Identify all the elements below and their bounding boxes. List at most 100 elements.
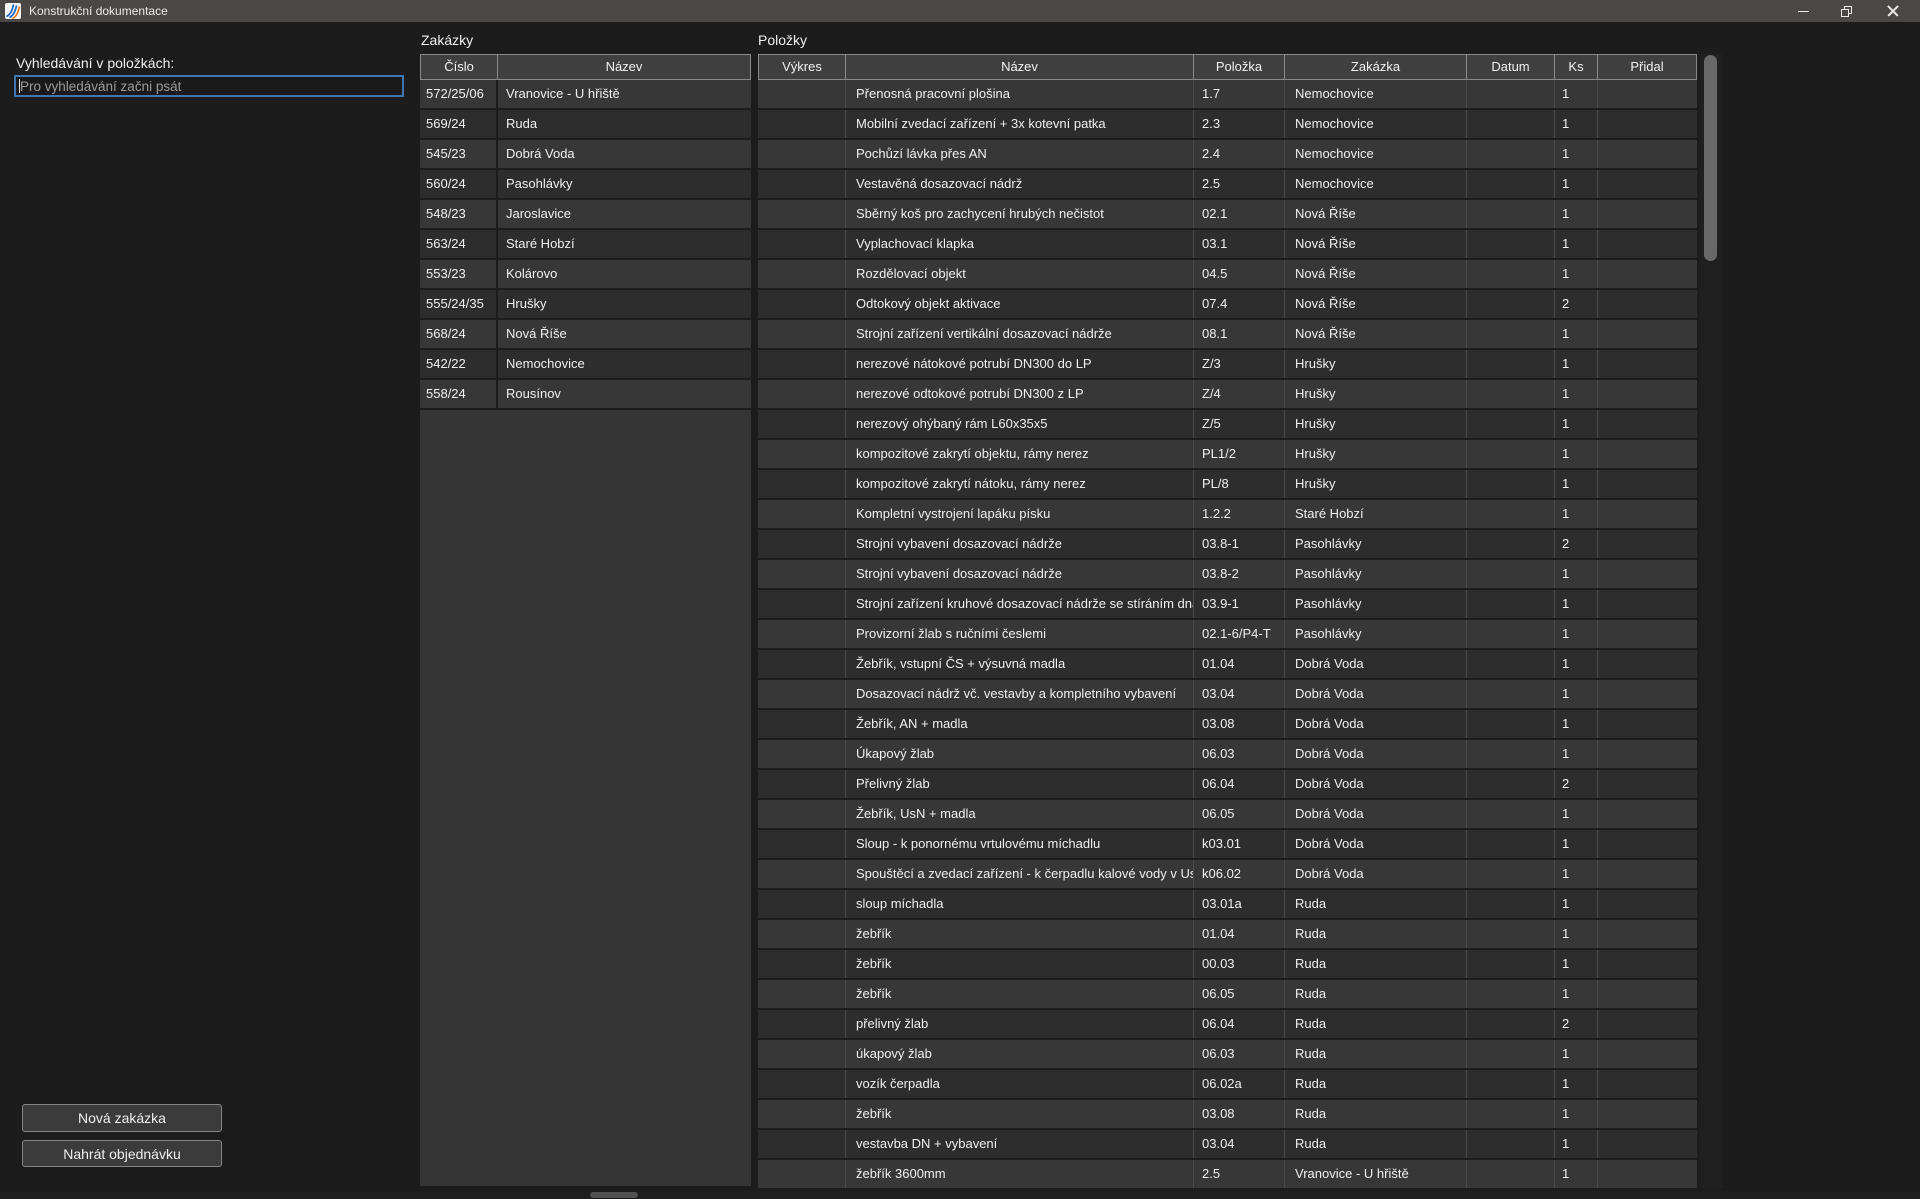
close-button[interactable] xyxy=(1876,0,1910,22)
item-row[interactable]: úkapový žlab06.03Ruda1 xyxy=(758,1040,1697,1070)
item-cell-datum xyxy=(1467,1070,1555,1098)
item-row[interactable]: nerezové nátokové potrubí DN300 do LPZ/3… xyxy=(758,350,1697,380)
item-cell-vykres xyxy=(758,440,846,468)
item-row[interactable]: Úkapový žlab06.03Dobrá Voda1 xyxy=(758,740,1697,770)
item-cell-nazev: Žebřík, AN + madla xyxy=(846,710,1194,738)
item-row[interactable]: Strojní vybavení dosazovací nádrže03.8-1… xyxy=(758,530,1697,560)
item-cell-vykres xyxy=(758,1130,846,1158)
item-cell-datum xyxy=(1467,410,1555,438)
items-column-header-pridal[interactable]: Přidal xyxy=(1598,54,1697,80)
item-row[interactable]: Vyplachovací klapka03.1Nová Říše1 xyxy=(758,230,1697,260)
item-row[interactable]: žebřík 3600mm2.5Vranovice - U hřiště1 xyxy=(758,1160,1697,1188)
item-row[interactable]: kompozitové zakrytí objektu, rámy nerezP… xyxy=(758,440,1697,470)
order-row[interactable]: 545/23Dobrá Voda xyxy=(420,140,751,170)
item-cell-pridal xyxy=(1598,1160,1697,1188)
order-row[interactable]: 558/24Rousínov xyxy=(420,380,751,410)
item-row[interactable]: žebřík03.08Ruda1 xyxy=(758,1100,1697,1130)
item-cell-polozka: Z/5 xyxy=(1194,410,1285,438)
minimize-button[interactable] xyxy=(1786,0,1820,22)
item-cell-datum xyxy=(1467,890,1555,918)
item-row[interactable]: Kompletní vystrojení lapáku písku1.2.2St… xyxy=(758,500,1697,530)
item-cell-vykres xyxy=(758,980,846,1008)
order-row[interactable]: 560/24Pasohlávky xyxy=(420,170,751,200)
order-row[interactable]: 555/24/35Hrušky xyxy=(420,290,751,320)
restore-button[interactable] xyxy=(1829,0,1863,22)
item-row[interactable]: Pochůzí lávka přes AN2.4Nemochovice1 xyxy=(758,140,1697,170)
item-cell-ks: 1 xyxy=(1555,740,1598,768)
item-row[interactable]: Sloup - k ponornému vrtulovému míchadluk… xyxy=(758,830,1697,860)
item-cell-vykres xyxy=(758,950,846,978)
vertical-scrollbar[interactable] xyxy=(1700,54,1722,1188)
item-cell-zakazka: Hrušky xyxy=(1285,350,1467,378)
item-row[interactable]: Vestavěná dosazovací nádrž2.5Nemochovice… xyxy=(758,170,1697,200)
item-row[interactable]: Strojní zařízení kruhové dosazovací nádr… xyxy=(758,590,1697,620)
item-cell-nazev: Strojní zařízení kruhové dosazovací nádr… xyxy=(846,590,1194,618)
order-row[interactable]: 542/22Nemochovice xyxy=(420,350,751,380)
item-cell-vykres xyxy=(758,200,846,228)
item-cell-pridal xyxy=(1598,290,1697,318)
item-row[interactable]: Provizorní žlab s ručními česlemi02.1-6/… xyxy=(758,620,1697,650)
item-cell-vykres xyxy=(758,410,846,438)
item-cell-nazev: žebřík xyxy=(846,980,1194,1008)
item-row[interactable]: žebřík06.05Ruda1 xyxy=(758,980,1697,1010)
item-cell-vykres xyxy=(758,560,846,588)
item-row[interactable]: nerezový ohýbaný rám L60x35x5Z/5Hrušky1 xyxy=(758,410,1697,440)
orders-column-header-cislo[interactable]: Číslo xyxy=(420,54,498,80)
item-cell-pridal xyxy=(1598,1070,1697,1098)
orders-column-header-nazev[interactable]: Název xyxy=(498,54,751,80)
new-order-button[interactable]: Nová zakázka xyxy=(22,1104,222,1132)
item-row[interactable]: Sběrný koš pro zachycení hrubých nečisto… xyxy=(758,200,1697,230)
items-table: VýkresNázevPoložkaZakázkaDatumKsPřidal P… xyxy=(758,54,1697,1188)
item-cell-pridal xyxy=(1598,620,1697,648)
item-row[interactable]: žebřík00.03Ruda1 xyxy=(758,950,1697,980)
order-row[interactable]: 569/24Ruda xyxy=(420,110,751,140)
item-cell-ks: 2 xyxy=(1555,1010,1598,1038)
item-cell-polozka: Z/4 xyxy=(1194,380,1285,408)
item-cell-datum xyxy=(1467,860,1555,888)
order-name-cell: Hrušky xyxy=(498,290,751,318)
item-cell-pridal xyxy=(1598,590,1697,618)
item-row[interactable]: nerezové odtokové potrubí DN300 z LPZ/4H… xyxy=(758,380,1697,410)
app-icon xyxy=(5,3,21,19)
item-row[interactable]: vozík čerpadla06.02aRuda1 xyxy=(758,1070,1697,1100)
items-column-header-zakazka[interactable]: Zakázka xyxy=(1285,54,1467,80)
items-column-header-datum[interactable]: Datum xyxy=(1467,54,1555,80)
order-row[interactable]: 553/23Kolárovo xyxy=(420,260,751,290)
item-row[interactable]: Rozdělovací objekt04.5Nová Říše1 xyxy=(758,260,1697,290)
item-cell-polozka: 06.03 xyxy=(1194,1040,1285,1068)
item-cell-ks: 1 xyxy=(1555,620,1598,648)
item-cell-pridal xyxy=(1598,650,1697,678)
item-row[interactable]: žebřík01.04Ruda1 xyxy=(758,920,1697,950)
order-row[interactable]: 548/23Jaroslavice xyxy=(420,200,751,230)
search-input[interactable] xyxy=(14,75,404,97)
items-column-header-polozka[interactable]: Položka xyxy=(1194,54,1285,80)
item-row[interactable]: Žebřík, UsN + madla06.05Dobrá Voda1 xyxy=(758,800,1697,830)
items-column-header-nazev[interactable]: Název xyxy=(846,54,1194,80)
item-row[interactable]: kompozitové zakrytí nátoku, rámy nerezPL… xyxy=(758,470,1697,500)
order-row[interactable]: 563/24Staré Hobzí xyxy=(420,230,751,260)
item-row[interactable]: Odtokový objekt aktivace07.4Nová Říše2 xyxy=(758,290,1697,320)
item-row[interactable]: sloup míchadla03.01aRuda1 xyxy=(758,890,1697,920)
titlebar[interactable]: Konstrukční dokumentace xyxy=(0,0,1920,22)
horizontal-scrollbar-thumb[interactable] xyxy=(590,1192,638,1198)
item-row[interactable]: Mobilní zvedací zařízení + 3x kotevní pa… xyxy=(758,110,1697,140)
order-row[interactable]: 568/24Nová Říše xyxy=(420,320,751,350)
item-cell-zakazka: Dobrá Voda xyxy=(1285,740,1467,768)
item-row[interactable]: Přenosná pracovní plošina1.7Nemochovice1 xyxy=(758,80,1697,110)
item-row[interactable]: Žebřík, vstupní ČS + výsuvná madla01.04D… xyxy=(758,650,1697,680)
vertical-scrollbar-thumb[interactable] xyxy=(1704,55,1717,261)
item-row[interactable]: vestavba DN + vybavení03.04Ruda1 xyxy=(758,1130,1697,1160)
item-row[interactable]: Strojní zařízení vertikální dosazovací n… xyxy=(758,320,1697,350)
horizontal-scrollbar[interactable] xyxy=(0,1191,1920,1199)
item-row[interactable]: Dosazovací nádrž vč. vestavby a kompletn… xyxy=(758,680,1697,710)
item-row[interactable]: Žebřík, AN + madla03.08Dobrá Voda1 xyxy=(758,710,1697,740)
items-column-header-vykres[interactable]: Výkres xyxy=(758,54,846,80)
load-order-button[interactable]: Nahrát objednávku xyxy=(22,1140,222,1167)
item-row[interactable]: Přelivný žlab06.04Dobrá Voda2 xyxy=(758,770,1697,800)
item-row[interactable]: přelivný žlab06.04Ruda2 xyxy=(758,1010,1697,1040)
item-row[interactable]: Spouštěcí a zvedací zařízení - k čerpadl… xyxy=(758,860,1697,890)
order-row[interactable]: 572/25/06Vranovice - U hřiště xyxy=(420,80,751,110)
item-cell-polozka: 00.03 xyxy=(1194,950,1285,978)
items-column-header-ks[interactable]: Ks xyxy=(1555,54,1598,80)
item-row[interactable]: Strojní vybavení dosazovací nádrže03.8-2… xyxy=(758,560,1697,590)
